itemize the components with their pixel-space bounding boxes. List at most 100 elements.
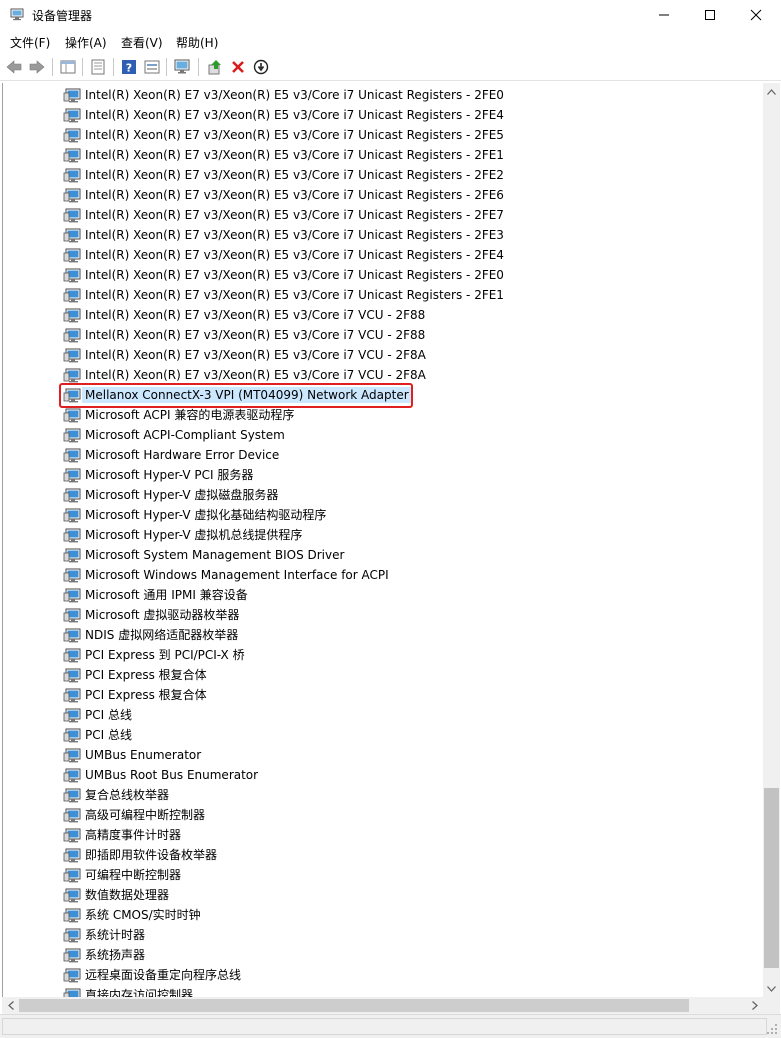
device-tree-item[interactable]: Microsoft Hyper-V 虚拟磁盘服务器 [3, 485, 763, 505]
device-tree-item[interactable]: Intel(R) Xeon(R) E7 v3/Xeon(R) E5 v3/Cor… [3, 205, 763, 225]
device-tree-item[interactable]: Microsoft Hyper-V 虚拟机总线提供程序 [3, 525, 763, 545]
device-tree-item[interactable]: PCI 总线 [3, 725, 763, 745]
minimize-button[interactable] [641, 0, 687, 30]
device-tree-item[interactable]: 复合总线枚举器 [3, 785, 763, 805]
vertical-scrollbar[interactable] [763, 83, 780, 997]
system-device-icon [63, 508, 81, 523]
device-label: NDIS 虚拟网络适配器枚举器 [85, 628, 239, 642]
system-device-icon [63, 88, 81, 103]
annotation-box [59, 383, 413, 408]
menu-action[interactable]: 操作(A) [65, 34, 107, 51]
device-tree-item[interactable]: Intel(R) Xeon(R) E7 v3/Xeon(R) E5 v3/Cor… [3, 225, 763, 245]
system-device-icon [63, 408, 81, 423]
uninstall-device-button[interactable] [228, 57, 248, 77]
device-tree-item[interactable]: Intel(R) Xeon(R) E7 v3/Xeon(R) E5 v3/Cor… [3, 265, 763, 285]
update-driver-icon [208, 60, 221, 75]
back-button[interactable] [4, 57, 24, 77]
device-tree-item[interactable]: Intel(R) Xeon(R) E7 v3/Xeon(R) E5 v3/Cor… [3, 105, 763, 125]
system-device-icon [63, 428, 81, 443]
back-arrow-icon [6, 60, 22, 74]
device-tree-item[interactable]: Intel(R) Xeon(R) E7 v3/Xeon(R) E5 v3/Cor… [3, 85, 763, 105]
device-tree-item[interactable]: Microsoft Hardware Error Device [3, 445, 763, 465]
menu-help[interactable]: 帮助(H) [176, 34, 218, 51]
device-tree-item[interactable]: 高精度事件计时器 [3, 825, 763, 845]
device-tree-item[interactable]: 系统计时器 [3, 925, 763, 945]
scroll-up-button[interactable] [763, 83, 780, 100]
horizontal-scrollbar[interactable] [2, 997, 763, 1014]
device-tree-item[interactable]: Microsoft Windows Management Interface f… [3, 565, 763, 585]
device-label: Microsoft ACPI-Compliant System [85, 428, 285, 442]
device-tree-item[interactable]: Microsoft ACPI-Compliant System [3, 425, 763, 445]
device-tree-item[interactable]: Intel(R) Xeon(R) E7 v3/Xeon(R) E5 v3/Cor… [3, 245, 763, 265]
device-manager-icon [10, 8, 24, 21]
device-tree-item[interactable]: UMBus Enumerator [3, 745, 763, 765]
horizontal-scroll-thumb[interactable] [19, 999, 689, 1012]
status-pane [2, 1018, 767, 1035]
forward-arrow-icon [29, 60, 45, 74]
system-device-icon [63, 608, 81, 623]
device-tree-item[interactable]: UMBus Root Bus Enumerator [3, 765, 763, 785]
device-tree-item[interactable]: Intel(R) Xeon(R) E7 v3/Xeon(R) E5 v3/Cor… [3, 165, 763, 185]
toolbar: ? [0, 52, 781, 81]
properties-button[interactable] [88, 57, 108, 77]
device-tree-item[interactable]: PCI Express 根复合体 [3, 665, 763, 685]
device-tree-item[interactable]: Intel(R) Xeon(R) E7 v3/Xeon(R) E5 v3/Cor… [3, 305, 763, 325]
scan-hardware-button[interactable] [173, 57, 193, 77]
device-tree-item[interactable]: PCI Express 根复合体 [3, 685, 763, 705]
device-tree-item[interactable]: PCI Express 到 PCI/PCI-X 桥 [3, 645, 763, 665]
device-tree-item[interactable]: 远程桌面设备重定向程序总线 [3, 965, 763, 985]
scroll-left-button[interactable] [2, 997, 19, 1014]
device-label: 高级可编程中断控制器 [85, 808, 206, 822]
resize-grip-icon[interactable] [766, 1023, 778, 1035]
device-tree-item[interactable]: Microsoft System Management BIOS Driver [3, 545, 763, 565]
device-label: 数值数据处理器 [85, 888, 170, 902]
device-tree-item[interactable]: Microsoft 通用 IPMI 兼容设备 [3, 585, 763, 605]
device-tree-item[interactable]: Microsoft ACPI 兼容的电源表驱动程序 [3, 405, 763, 425]
system-device-icon [63, 188, 81, 203]
device-tree-item[interactable]: Intel(R) Xeon(R) E7 v3/Xeon(R) E5 v3/Cor… [3, 365, 763, 385]
menu-view[interactable]: 查看(V) [121, 34, 163, 51]
device-tree-item[interactable]: NDIS 虚拟网络适配器枚举器 [3, 625, 763, 645]
system-device-icon [63, 808, 81, 823]
scroll-down-button[interactable] [763, 980, 780, 997]
show-hidden-button[interactable] [142, 57, 162, 77]
device-tree-item[interactable]: Intel(R) Xeon(R) E7 v3/Xeon(R) E5 v3/Cor… [3, 325, 763, 345]
device-label: Microsoft 虚拟驱动器枚举器 [85, 608, 240, 622]
disable-device-button[interactable] [251, 57, 271, 77]
device-label: Intel(R) Xeon(R) E7 v3/Xeon(R) E5 v3/Cor… [85, 208, 504, 222]
forward-button[interactable] [27, 57, 47, 77]
system-device-icon [63, 668, 81, 683]
device-tree-item[interactable]: PCI 总线 [3, 705, 763, 725]
system-device-icon [63, 288, 81, 303]
properties-pane-button[interactable] [58, 57, 78, 77]
menu-file[interactable]: 文件(F) [10, 34, 50, 51]
device-tree-item[interactable]: 高级可编程中断控制器 [3, 805, 763, 825]
device-tree-item[interactable]: 系统扬声器 [3, 945, 763, 965]
close-button[interactable] [733, 0, 779, 30]
device-tree-item[interactable]: Microsoft 虚拟驱动器枚举器 [3, 605, 763, 625]
device-tree-item[interactable]: 数值数据处理器 [3, 885, 763, 905]
vertical-scroll-thumb[interactable] [764, 788, 779, 968]
maximize-button[interactable] [687, 0, 733, 30]
device-tree-item[interactable]: Microsoft Hyper-V 虚拟化基础结构驱动程序 [3, 505, 763, 525]
system-device-icon [63, 888, 81, 903]
device-tree-item[interactable]: 可编程中断控制器 [3, 865, 763, 885]
close-icon [750, 9, 762, 21]
device-label: PCI 总线 [85, 708, 132, 722]
device-tree-item[interactable]: 系统 CMOS/实时时钟 [3, 905, 763, 925]
update-driver-button[interactable] [205, 57, 225, 77]
help-button[interactable]: ? [119, 57, 139, 77]
device-tree-item[interactable]: Intel(R) Xeon(R) E7 v3/Xeon(R) E5 v3/Cor… [3, 145, 763, 165]
system-device-icon [63, 308, 81, 323]
device-tree-item[interactable]: 即插即用软件设备枚举器 [3, 845, 763, 865]
device-tree-item[interactable]: Intel(R) Xeon(R) E7 v3/Xeon(R) E5 v3/Cor… [3, 345, 763, 365]
device-label: Intel(R) Xeon(R) E7 v3/Xeon(R) E5 v3/Cor… [85, 228, 504, 242]
device-label: 直接内存访问控制器 [85, 988, 194, 997]
system-device-icon [63, 968, 81, 983]
device-tree-item[interactable]: Microsoft Hyper-V PCI 服务器 [3, 465, 763, 485]
device-tree-item[interactable]: 直接内存访问控制器 [3, 985, 763, 997]
scroll-right-button[interactable] [746, 997, 763, 1014]
device-tree-item[interactable]: Intel(R) Xeon(R) E7 v3/Xeon(R) E5 v3/Cor… [3, 125, 763, 145]
device-tree-item[interactable]: Intel(R) Xeon(R) E7 v3/Xeon(R) E5 v3/Cor… [3, 285, 763, 305]
device-tree-item[interactable]: Intel(R) Xeon(R) E7 v3/Xeon(R) E5 v3/Cor… [3, 185, 763, 205]
